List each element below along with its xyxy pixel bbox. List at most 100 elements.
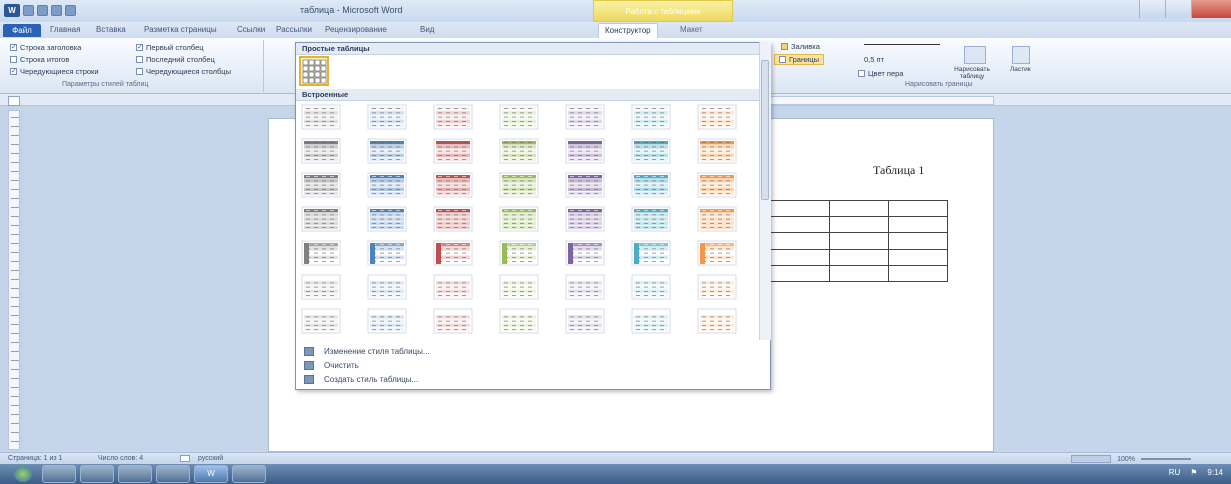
table-cell[interactable]: [770, 232, 830, 250]
minimize-button[interactable]: [1139, 0, 1165, 18]
taskbar-word-button[interactable]: W: [194, 465, 228, 483]
status-words[interactable]: Число слов: 4: [98, 455, 143, 462]
table-cell[interactable]: [829, 248, 889, 266]
tab-home[interactable]: Главная: [50, 25, 80, 34]
table-style-thumbnail[interactable]: [565, 274, 605, 300]
table-style-thumbnail[interactable]: [565, 206, 605, 232]
vertical-ruler[interactable]: [8, 110, 20, 450]
taskbar-app2-icon[interactable]: [232, 465, 266, 483]
spelling-icon[interactable]: [180, 455, 190, 462]
table-cell[interactable]: [888, 264, 948, 283]
table-style-thumbnail[interactable]: [697, 274, 737, 300]
table-style-thumbnail[interactable]: [367, 308, 407, 334]
table-style-thumbnail[interactable]: [301, 274, 341, 300]
table-style-thumbnail[interactable]: [367, 274, 407, 300]
draw-table-label[interactable]: Нарисовать таблицу: [950, 66, 994, 80]
table-cell[interactable]: [888, 199, 948, 218]
table-style-thumbnail[interactable]: [301, 138, 341, 164]
checkbox-last-column[interactable]: Последний столбец: [136, 55, 215, 64]
table-style-thumbnail[interactable]: [301, 172, 341, 198]
table-cell[interactable]: [829, 232, 889, 250]
maximize-button[interactable]: [1165, 0, 1191, 18]
word-logo-icon[interactable]: W: [4, 3, 20, 17]
tab-design[interactable]: Конструктор: [598, 23, 658, 38]
tab-review[interactable]: Рецензирование: [325, 25, 387, 34]
table-cell[interactable]: [770, 216, 830, 234]
horizontal-ruler[interactable]: [770, 96, 994, 105]
table-style-thumbnail[interactable]: [301, 206, 341, 232]
tab-references[interactable]: Ссылки: [237, 25, 265, 34]
menu-new-table-style[interactable]: Создать стиль таблицы...: [304, 375, 418, 384]
table-style-thumbnail[interactable]: [631, 138, 671, 164]
table-style-thumbnail[interactable]: [433, 274, 473, 300]
plain-table-style-selected[interactable]: [299, 56, 329, 86]
table-cell[interactable]: [829, 199, 889, 218]
table-style-thumbnail[interactable]: [301, 104, 341, 130]
table-style-thumbnail[interactable]: [301, 308, 341, 334]
table-style-thumbnail[interactable]: [631, 104, 671, 130]
table-style-thumbnail[interactable]: [499, 240, 539, 266]
start-button[interactable]: [14, 466, 32, 482]
table-style-thumbnail[interactable]: [565, 104, 605, 130]
taskbar-explorer-icon[interactable]: [42, 465, 76, 483]
shading-button[interactable]: Заливка: [781, 42, 820, 51]
view-buttons-icon[interactable]: [1071, 455, 1112, 463]
status-language[interactable]: русский: [198, 455, 223, 462]
table-style-thumbnail[interactable]: [367, 240, 407, 266]
table-cell[interactable]: [829, 216, 889, 234]
table-style-thumbnail[interactable]: [499, 308, 539, 334]
document-table[interactable]: [770, 199, 948, 283]
table-style-thumbnail[interactable]: [565, 138, 605, 164]
tray-clock[interactable]: 9:14: [1207, 468, 1223, 477]
table-style-thumbnail[interactable]: [433, 240, 473, 266]
table-style-thumbnail[interactable]: [367, 138, 407, 164]
pen-weight[interactable]: 0,5 пт: [864, 55, 884, 64]
tab-mailings[interactable]: Рассылки: [276, 25, 312, 34]
tab-insert[interactable]: Вставка: [96, 25, 126, 34]
checkbox-total-row[interactable]: Строка итогов: [10, 55, 69, 64]
draw-table-icon[interactable]: [964, 46, 986, 64]
table-style-thumbnail[interactable]: [697, 206, 737, 232]
tab-file[interactable]: Файл: [3, 24, 41, 37]
table-caption[interactable]: Таблица 1: [873, 163, 924, 178]
menu-clear[interactable]: Очистить: [304, 361, 359, 370]
table-style-thumbnail[interactable]: [433, 104, 473, 130]
menu-modify-table-style[interactable]: Изменение стиля таблицы...: [304, 347, 430, 356]
table-style-thumbnail[interactable]: [433, 172, 473, 198]
taskbar-media-icon[interactable]: [118, 465, 152, 483]
checkbox-header-row[interactable]: ✓ Строка заголовка: [10, 43, 81, 52]
table-style-thumbnail[interactable]: [499, 274, 539, 300]
table-cell[interactable]: [770, 248, 830, 266]
save-icon[interactable]: [23, 4, 34, 16]
table-style-thumbnail[interactable]: [565, 308, 605, 334]
table-style-thumbnail[interactable]: [697, 104, 737, 130]
tab-view[interactable]: Вид: [420, 25, 434, 34]
pen-style-line[interactable]: [864, 44, 940, 45]
table-style-thumbnail[interactable]: [631, 274, 671, 300]
checkbox-first-column[interactable]: ✓ Первый столбец: [136, 43, 204, 52]
table-style-thumbnail[interactable]: [631, 172, 671, 198]
checkbox-banded-columns[interactable]: Чередующиеся столбцы: [136, 67, 231, 76]
table-cell[interactable]: [888, 216, 948, 234]
table-style-thumbnail[interactable]: [631, 240, 671, 266]
table-cell[interactable]: [829, 264, 889, 283]
table-style-thumbnail[interactable]: [499, 104, 539, 130]
tray-flag-icon[interactable]: ⚑: [1190, 468, 1197, 477]
eraser-label[interactable]: Ластик: [1010, 66, 1031, 73]
table-style-thumbnail[interactable]: [433, 138, 473, 164]
zoom-slider[interactable]: [1141, 458, 1191, 460]
tray-language[interactable]: RU: [1169, 468, 1181, 477]
table-style-thumbnail[interactable]: [697, 172, 737, 198]
table-style-thumbnail[interactable]: [631, 308, 671, 334]
tab-page-layout[interactable]: Разметка страницы: [144, 25, 217, 34]
table-style-thumbnail[interactable]: [367, 206, 407, 232]
close-button[interactable]: [1191, 0, 1231, 18]
table-style-thumbnail[interactable]: [631, 206, 671, 232]
redo-icon[interactable]: [51, 4, 62, 16]
table-cell[interactable]: [888, 232, 948, 250]
table-style-thumbnail[interactable]: [697, 138, 737, 164]
undo-icon[interactable]: [37, 4, 48, 16]
table-style-thumbnail[interactable]: [433, 308, 473, 334]
eraser-icon[interactable]: [1012, 46, 1030, 64]
table-style-thumbnail[interactable]: [367, 172, 407, 198]
